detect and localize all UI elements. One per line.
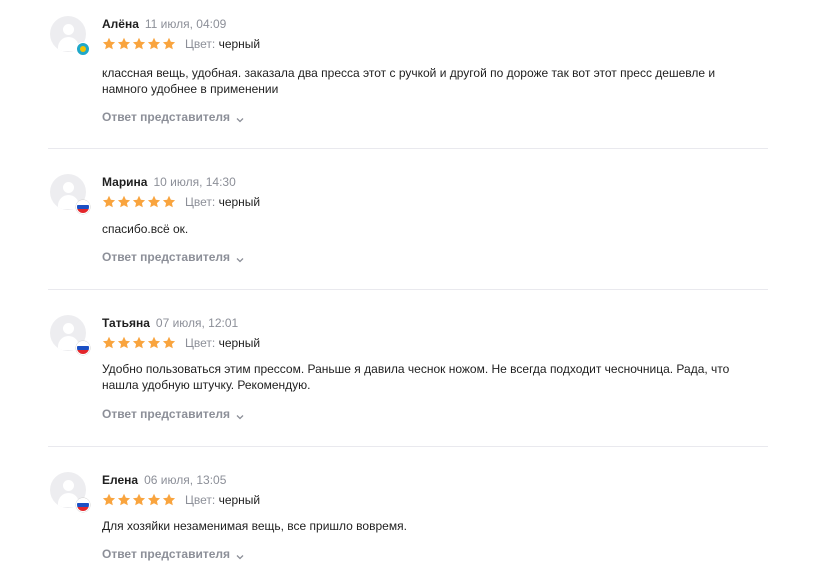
star-icon — [162, 336, 176, 350]
variant-value: черный — [218, 37, 261, 51]
rating-row: Цвет: черный — [102, 492, 260, 508]
review-variant: Цвет: черный — [185, 195, 260, 209]
review-header: Татьяна 07 июля, 12:01 — [102, 315, 238, 331]
review-author[interactable]: Татьяна — [102, 316, 150, 330]
rating-row: Цвет: черный — [102, 36, 260, 52]
review-text: Для хозяйки незаменимая вещь, все пришло… — [102, 519, 407, 533]
seller-answer-label: Ответ представителя — [102, 250, 231, 264]
review-header: Алёна 11 июля, 04:09 — [102, 16, 226, 32]
star-icon — [147, 493, 161, 507]
star-icon — [117, 493, 131, 507]
review-header: Марина 10 июля, 14:30 — [102, 174, 236, 190]
variant-label: Цвет: — [185, 195, 216, 209]
chevron-down-icon — [236, 550, 244, 560]
review-text: классная вещь, удобная. заказала два пре… — [102, 66, 716, 96]
review-date: 07 июля, 12:01 — [155, 316, 239, 330]
variant-label: Цвет: — [185, 336, 216, 350]
review-author[interactable]: Алёна — [102, 17, 139, 31]
chevron-down-icon — [236, 410, 244, 420]
star-icon — [132, 336, 146, 350]
rating-row: Цвет: черный — [102, 194, 260, 210]
star-icon — [132, 37, 146, 51]
review-variant: Цвет: черный — [185, 493, 260, 507]
star-icon — [162, 493, 176, 507]
star-icon — [147, 37, 161, 51]
star-icon — [132, 493, 146, 507]
star-rating — [102, 493, 176, 507]
review-date: 11 июля, 04:09 — [144, 17, 227, 31]
russia-flag-icon — [76, 200, 90, 214]
review-header: Елена 06 июля, 13:05 — [102, 472, 226, 488]
seller-answer-toggle[interactable]: Ответ представителя — [102, 249, 244, 265]
star-icon — [147, 195, 161, 209]
russia-flag-icon — [76, 341, 90, 355]
star-icon — [162, 195, 176, 209]
star-icon — [102, 493, 116, 507]
variant-value: черный — [218, 336, 261, 350]
seller-answer-label: Ответ представителя — [102, 547, 231, 561]
variant-label: Цвет: — [185, 37, 216, 51]
seller-answer-label: Ответ представителя — [102, 407, 231, 421]
review-divider — [48, 289, 768, 290]
review-text: спасибо.всё ок. — [102, 222, 189, 236]
star-icon — [132, 195, 146, 209]
star-icon — [162, 37, 176, 51]
reviews-list: Алёна 11 июля, 04:09 Цвет: черный классна… — [0, 0, 821, 578]
review-author[interactable]: Елена — [102, 473, 138, 487]
star-icon — [117, 37, 131, 51]
review-date: 10 июля, 14:30 — [153, 175, 236, 189]
star-icon — [102, 37, 116, 51]
review-text: Удобно пользоваться этим прессом. Раньше… — [102, 362, 730, 392]
star-rating — [102, 336, 176, 350]
star-icon — [147, 336, 161, 350]
kazakhstan-flag-icon — [76, 42, 90, 56]
review-divider — [48, 148, 768, 149]
star-icon — [102, 195, 116, 209]
variant-value: черный — [218, 493, 261, 507]
seller-answer-toggle[interactable]: Ответ представителя — [102, 109, 244, 125]
star-rating — [102, 37, 176, 51]
review-variant: Цвет: черный — [185, 336, 260, 350]
seller-answer-toggle[interactable]: Ответ представителя — [102, 406, 244, 422]
review-date: 06 июля, 13:05 — [144, 473, 227, 487]
variant-label: Цвет: — [185, 493, 216, 507]
chevron-down-icon — [236, 113, 244, 123]
russia-flag-icon — [76, 498, 90, 512]
seller-answer-label: Ответ представителя — [102, 110, 231, 124]
review-divider — [48, 446, 768, 447]
rating-row: Цвет: черный — [102, 335, 260, 351]
chevron-down-icon — [236, 253, 244, 263]
star-icon — [117, 336, 131, 350]
star-rating — [102, 195, 176, 209]
star-icon — [117, 195, 131, 209]
variant-value: черный — [218, 195, 261, 209]
review-variant: Цвет: черный — [185, 37, 260, 51]
review-author[interactable]: Марина — [102, 175, 147, 189]
star-icon — [102, 336, 116, 350]
seller-answer-toggle[interactable]: Ответ представителя — [102, 546, 244, 562]
